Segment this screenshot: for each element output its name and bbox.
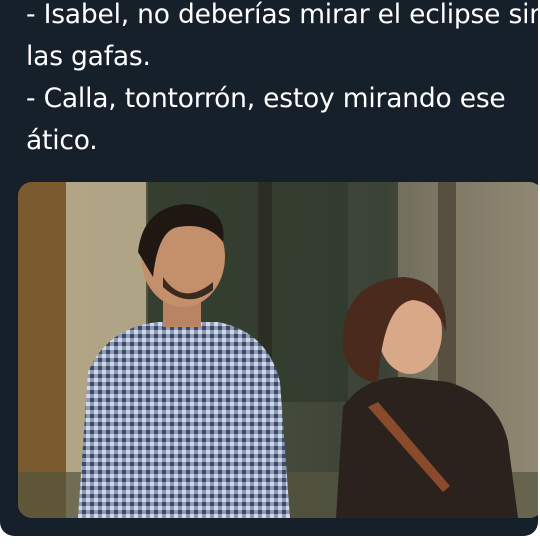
tweet-text-line: - Calla, tontorrón, estoy mirando ese: [26, 83, 506, 114]
tweet-text: - Isabel, no deberías mirar el eclipse s…: [26, 0, 538, 162]
photo-illustration: [18, 182, 538, 518]
door-frame: [18, 182, 66, 518]
tweet-text-line: - Isabel, no deberías mirar el eclipse s…: [26, 0, 538, 30]
tweet-text-line: ático.: [26, 125, 98, 156]
tweet-text-line: las gafas.: [26, 41, 151, 72]
tweet-photo[interactable]: [18, 182, 538, 518]
tweet-card: - Isabel, no deberías mirar el eclipse s…: [0, 0, 538, 536]
